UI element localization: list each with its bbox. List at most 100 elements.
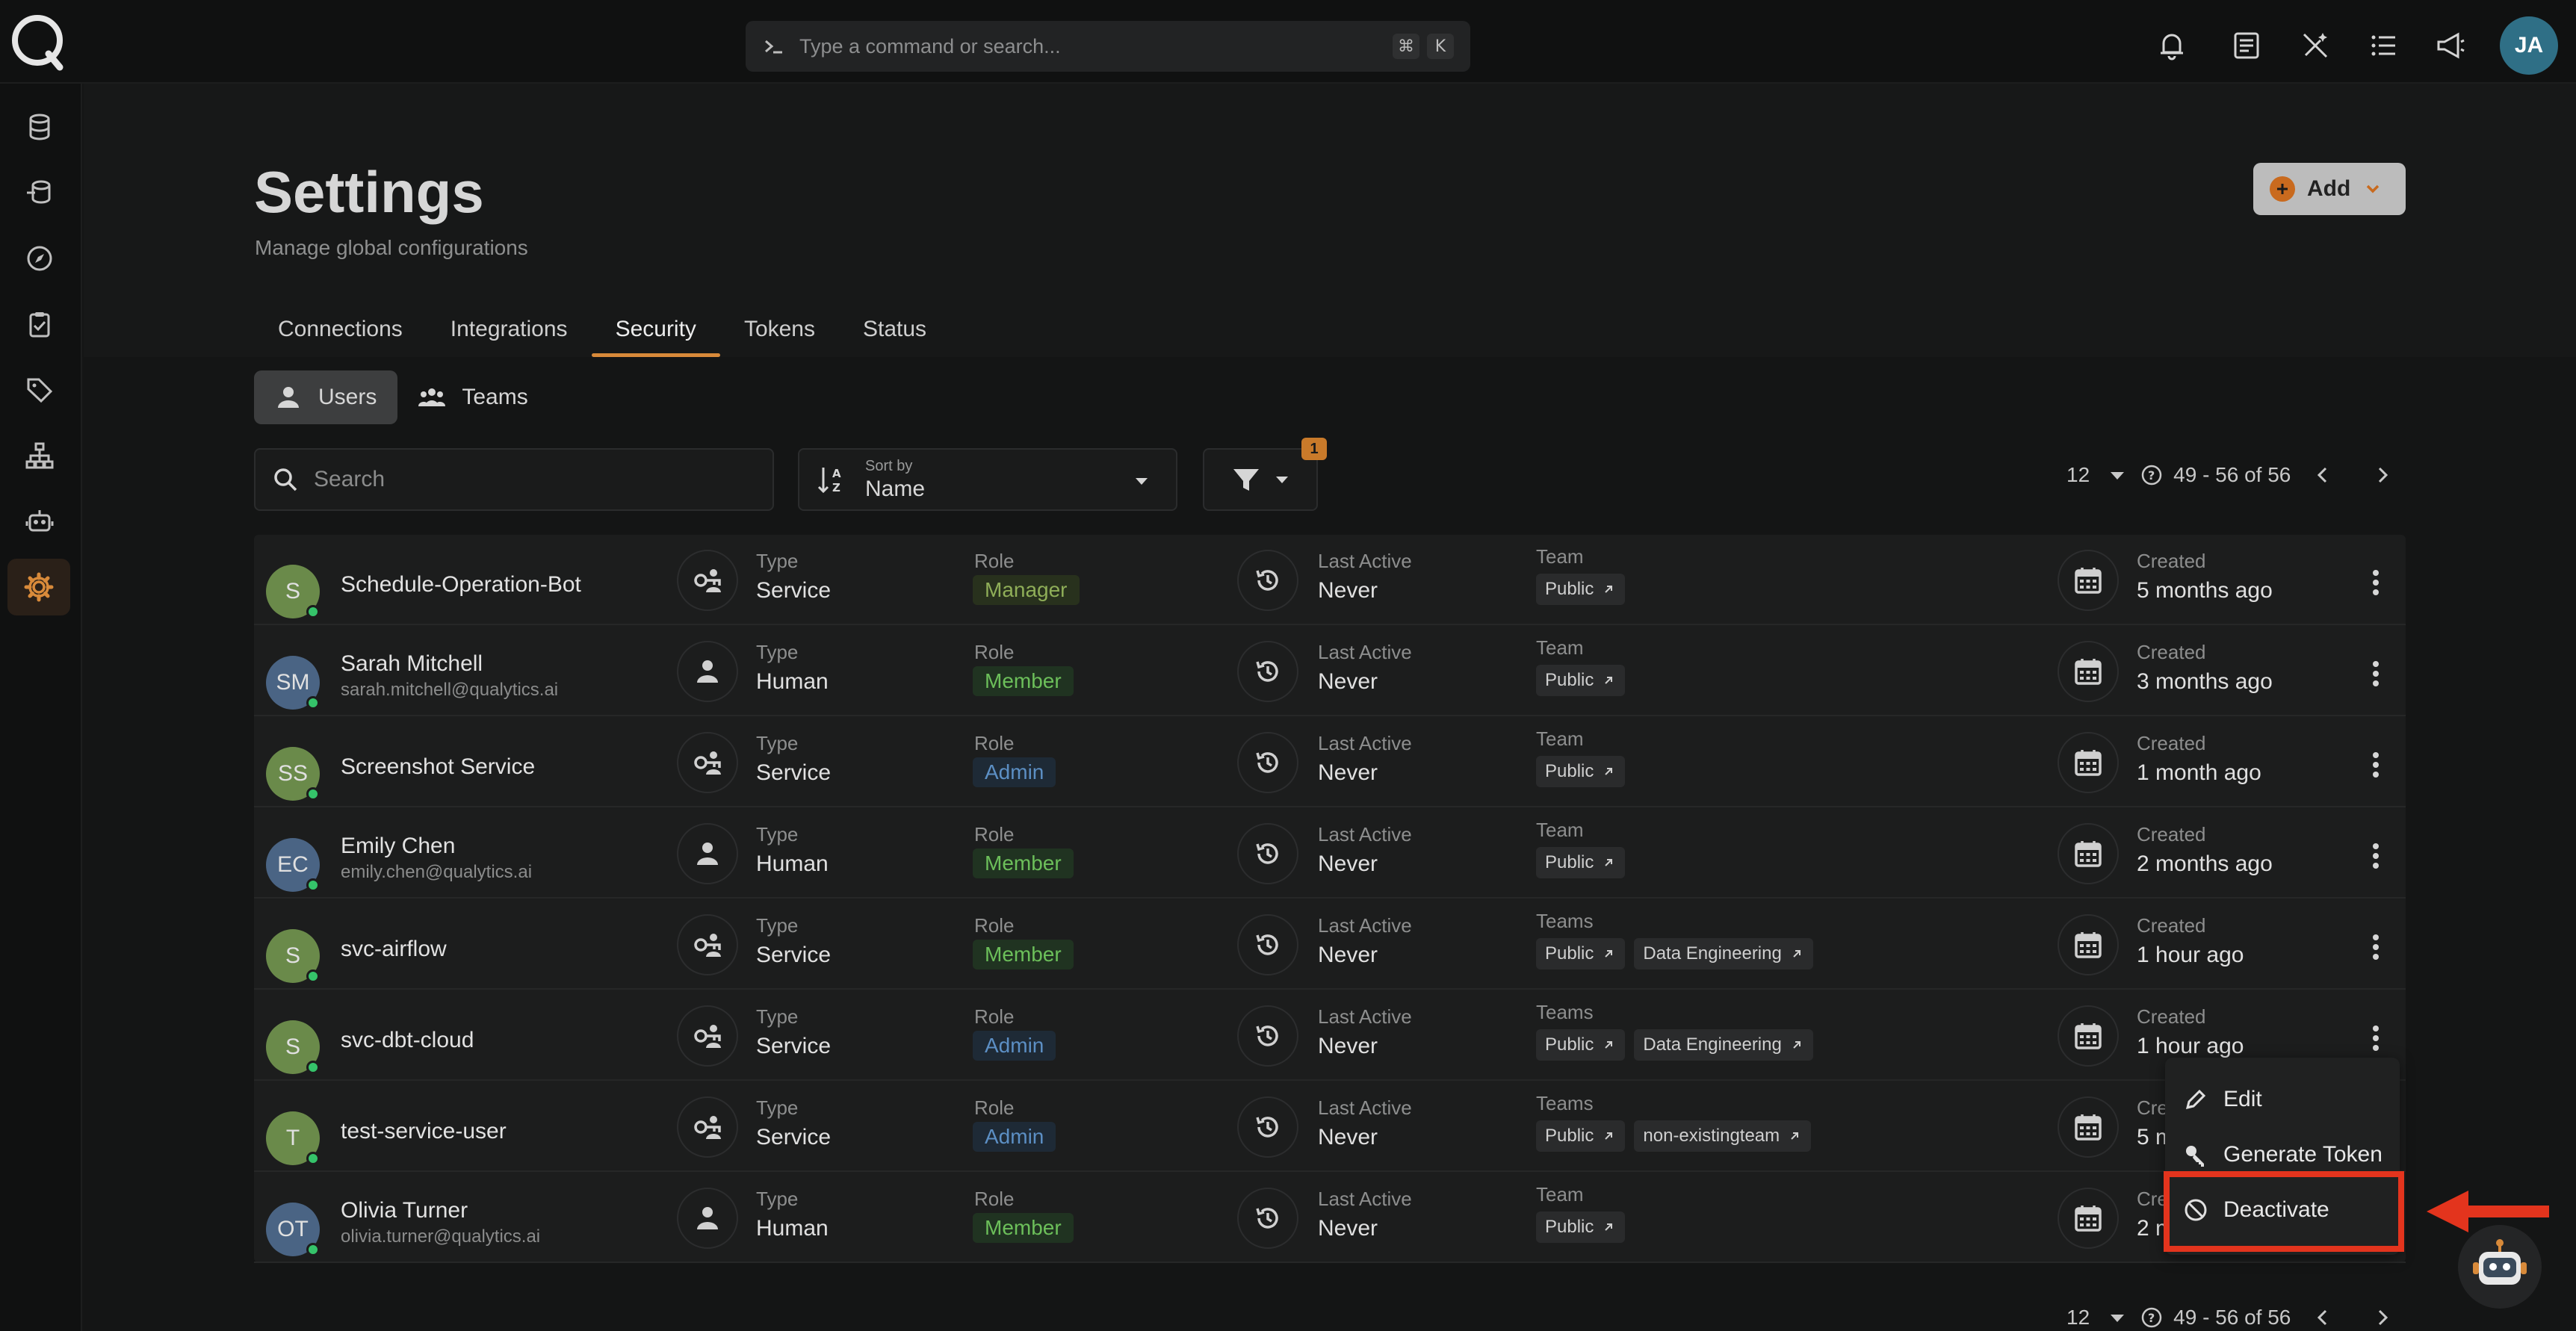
page-size-select[interactable]: 12 [2066, 1306, 2090, 1330]
user-name[interactable]: Emily Chen [341, 834, 455, 859]
caret-down-icon[interactable] [2106, 464, 2128, 486]
terminal-icon [765, 40, 782, 54]
tab-tokens[interactable]: Tokens [720, 302, 839, 357]
table-row[interactable]: S svc-airflow Type Service Role Member L… [254, 899, 2406, 990]
online-status-dot [306, 696, 320, 710]
command-search-bar[interactable]: Type a command or search... ⌘ K [746, 21, 1470, 72]
user-name[interactable]: Screenshot Service [341, 754, 535, 780]
tab-connections[interactable]: Connections [254, 302, 427, 357]
user-name[interactable]: test-service-user [341, 1119, 507, 1144]
help-circle-icon[interactable]: ? [2140, 464, 2163, 486]
last-active-label: Last Active [1318, 1005, 1412, 1028]
role-label: Role [974, 1096, 1015, 1119]
table-row[interactable]: S svc-dbt-cloud Type Service Role Admin … [254, 990, 2406, 1081]
team-chip[interactable]: Public [1536, 1120, 1626, 1152]
user-email: sarah.mitchell@qualytics.ai [341, 680, 559, 700]
bell-icon[interactable] [2155, 28, 2189, 63]
nav-hierarchy[interactable] [19, 435, 61, 477]
left-nav-rail [0, 84, 82, 1331]
team-chip[interactable]: Public [1536, 665, 1626, 696]
search-placeholder: Search [314, 467, 386, 491]
nav-tags[interactable] [19, 369, 61, 411]
user-name[interactable]: Sarah Mitchell [341, 651, 483, 677]
tab-integrations[interactable]: Integrations [427, 302, 592, 357]
team-label: Team [1536, 1183, 1584, 1206]
user-name[interactable]: svc-airflow [341, 937, 447, 962]
user-name[interactable]: Olivia Turner [341, 1198, 468, 1223]
nav-explore[interactable] [19, 238, 61, 279]
document-icon[interactable] [2229, 28, 2264, 63]
created-label: Created [2137, 823, 2206, 846]
chevron-left-icon[interactable] [2312, 464, 2334, 486]
team-chip[interactable]: non-existingteam [1634, 1120, 1812, 1152]
help-circle-icon[interactable]: ? [2140, 1306, 2163, 1329]
table-row[interactable]: EC Emily Chen emily.chen@qualytics.ai Ty… [254, 808, 2406, 899]
chevron-right-icon[interactable] [2371, 1306, 2394, 1329]
table-row[interactable]: OT Olivia Turner olivia.turner@qualytics… [254, 1173, 2406, 1263]
history-icon [1237, 1005, 1298, 1067]
chevron-right-icon[interactable] [2371, 464, 2394, 486]
page-size-select[interactable]: 12 [2066, 463, 2090, 487]
external-link-icon [1605, 1041, 1613, 1049]
team-chips: Public [1536, 756, 1634, 787]
more-vertical-icon[interactable] [2358, 838, 2394, 874]
team-chip[interactable]: Public [1536, 1211, 1626, 1243]
menu-item-generate-token[interactable]: Generate Token [2183, 1132, 2383, 1177]
team-chip[interactable]: Public [1536, 1029, 1626, 1061]
table-row[interactable]: T test-service-user Type Service Role Ad… [254, 1082, 2406, 1172]
table-row[interactable]: SS Screenshot Service Type Service Role … [254, 717, 2406, 807]
online-status-dot [306, 878, 320, 892]
nav-agents[interactable] [19, 500, 61, 542]
created-label: Created [2137, 641, 2206, 663]
team-chip-label: Public [1545, 670, 1594, 690]
user-name[interactable]: Schedule-Operation-Bot [341, 572, 581, 598]
avatar-initials: T [285, 1126, 300, 1150]
external-link-icon [1605, 677, 1613, 684]
users-toggle-button[interactable]: Users [254, 370, 398, 424]
last-active-value: Never [1318, 669, 1378, 694]
nav-datastores[interactable] [19, 106, 61, 148]
more-vertical-icon[interactable] [2358, 929, 2394, 965]
external-link-icon [1605, 950, 1613, 958]
more-vertical-icon[interactable] [2358, 1020, 2394, 1056]
more-vertical-icon[interactable] [2358, 747, 2394, 783]
role-label: Role [974, 641, 1015, 663]
team-chip[interactable]: Public [1536, 574, 1626, 605]
team-chip[interactable]: Public [1536, 756, 1626, 787]
user-type-icon [677, 641, 738, 702]
teams-toggle-button[interactable]: Teams [397, 370, 548, 424]
pagination-bottom: 12 ? 49 - 56 of 56 [2066, 1295, 2394, 1331]
compass-icon [27, 246, 52, 271]
table-row[interactable]: SM Sarah Mitchell sarah.mitchell@qualyti… [254, 626, 2406, 716]
robot-icon [25, 510, 54, 532]
assistant-bot-button[interactable] [2458, 1225, 2542, 1309]
tab-security[interactable]: Security [591, 302, 721, 357]
search-input[interactable]: Search [254, 448, 774, 511]
filter-button[interactable]: 1 [1203, 438, 1327, 511]
user-avatar[interactable]: JA [2500, 16, 2558, 75]
qualytics-logo[interactable] [7, 10, 69, 72]
user-name[interactable]: svc-dbt-cloud [341, 1028, 474, 1053]
nav-sources[interactable] [19, 172, 61, 214]
type-value: Service [756, 578, 832, 603]
team-chip[interactable]: Data Engineering [1634, 1029, 1813, 1061]
team-chip[interactable]: Public [1536, 847, 1626, 878]
calendar-icon [2058, 550, 2119, 611]
more-vertical-icon[interactable] [2358, 565, 2394, 601]
add-button[interactable]: Add [2253, 163, 2406, 215]
user-avatar: S [266, 929, 320, 983]
table-row[interactable]: S Schedule-Operation-Bot Type Service Ro… [254, 535, 2406, 625]
team-chip[interactable]: Data Engineering [1634, 938, 1813, 969]
list-icon[interactable] [2367, 28, 2401, 63]
sort-select[interactable]: A Z Sort by Name [798, 448, 1177, 511]
megaphone-icon[interactable] [2434, 28, 2468, 63]
team-chip[interactable]: Public [1536, 938, 1626, 969]
more-vertical-icon[interactable] [2358, 656, 2394, 692]
nav-checks[interactable] [19, 303, 61, 345]
nav-settings[interactable] [7, 559, 70, 615]
caret-down-icon[interactable] [2106, 1306, 2128, 1329]
chevron-left-icon[interactable] [2312, 1306, 2334, 1329]
tab-status[interactable]: Status [839, 302, 950, 357]
magic-wand-off-icon[interactable] [2298, 28, 2332, 63]
menu-item-edit[interactable]: Edit [2183, 1077, 2262, 1122]
